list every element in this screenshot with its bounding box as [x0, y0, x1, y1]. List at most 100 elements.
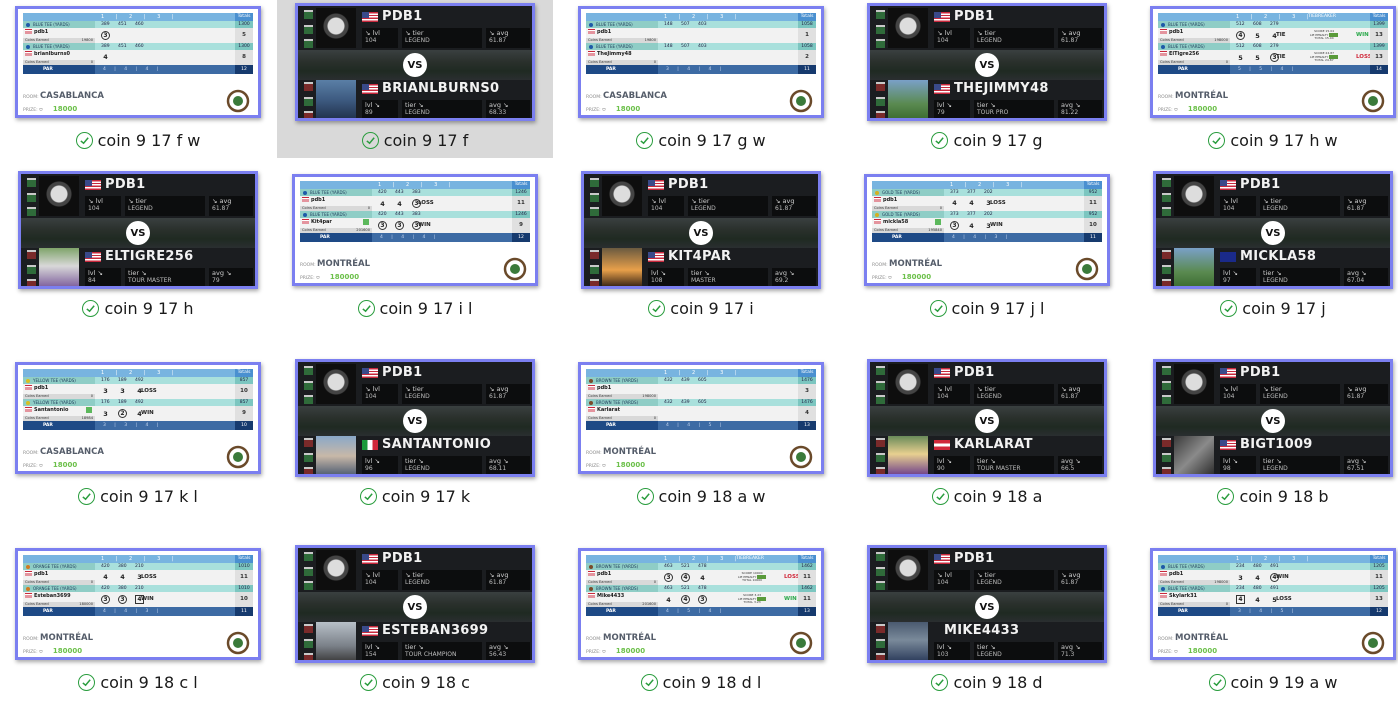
- prize: PRIZE: ⬭ 180000: [586, 461, 646, 469]
- file-caption[interactable]: coin 9 17 j l: [849, 299, 1125, 318]
- file-name: coin 9 17 k: [381, 487, 471, 506]
- thumbnail[interactable]: 1 | 2 | 3 | TIEBREAKER Totals BLUE TEE (…: [1135, 0, 1398, 124]
- player-top: PDB1 ↘ lvl 104 ↘ tier LEGEND ↘ avg 61.87: [874, 550, 1102, 592]
- thumbnail[interactable]: PDB1 ↘ lvl 104 ↘ tier LEGEND ↘ avg 61.87 VS…: [1135, 356, 1398, 480]
- file-caption[interactable]: coin 9 17 g w: [563, 131, 839, 150]
- tee-total-yards: 857: [235, 377, 253, 384]
- thumbnail[interactable]: 1 | 2 | 3 | TIEBREAKER Totals BROWN TEE …: [563, 542, 839, 666]
- tee-dot-icon: [1161, 564, 1165, 569]
- thumbnail[interactable]: PDB1 ↘ lvl 104 ↘ tier LEGEND ↘ avg 61.87 VS…: [0, 168, 276, 292]
- rank-badge-icon: [590, 264, 599, 274]
- file-name: coin 9 17 f w: [97, 131, 201, 150]
- tee-name: GOLD TEE (YARDS): [882, 212, 920, 217]
- tee-name: YELLOW TEE (YARDS): [33, 400, 76, 405]
- thumbnail[interactable]: PDB1 ↘ lvl 104 ↘ tier LEGEND ↘ avg 61.87 VS…: [1135, 168, 1398, 292]
- thumbnail[interactable]: PDB1 ↘ lvl 104 ↘ tier LEGEND ↘ avg 61.87 VS…: [849, 542, 1125, 666]
- file-tile[interactable]: 1 | 2 | 3 | TIEBREAKER Totals BLUE TEE (…: [1135, 0, 1398, 158]
- file-tile[interactable]: 1 | 2 | 3 | Totals BLUE TEE (YARDS) 148 …: [563, 0, 839, 158]
- thumbnail[interactable]: PDB1 ↘ lvl 104 ↘ tier LEGEND ↘ avg 61.87 VS…: [563, 168, 839, 292]
- file-tile[interactable]: PDB1 ↘ lvl 104 ↘ tier LEGEND ↘ avg 61.87 VS…: [849, 356, 1125, 514]
- file-caption[interactable]: coin 9 17 i: [563, 299, 839, 318]
- holes-header: 1 | 2 | 3 | Totals: [1158, 555, 1388, 563]
- thumbnail[interactable]: PDB1 ↘ lvl 104 ↘ tier LEGEND ↘ avg 61.87 VS…: [277, 356, 553, 480]
- tee-name: BLUE TEE (YARDS): [596, 22, 633, 27]
- room-name: MONTRÉAL: [1175, 633, 1228, 643]
- rank-badges: [590, 178, 600, 216]
- flag-icon: [25, 407, 32, 412]
- file-tile[interactable]: PDB1 ↘ lvl 104 ↘ tier LEGEND ↘ avg 61.87 VS…: [277, 542, 553, 700]
- player-name-text: pdb1: [34, 29, 49, 35]
- stat-value: 97: [1223, 277, 1231, 284]
- totals-header: Totals: [512, 181, 530, 189]
- thumbnail[interactable]: 1 | 2 | 3 | Totals BLUE TEE (YARDS) 148 …: [563, 0, 839, 124]
- file-tile[interactable]: PDB1 ↘ lvl 104 ↘ tier LEGEND ↘ avg 61.87 VS…: [849, 542, 1125, 700]
- thumbnail[interactable]: 1 | 2 | 3 | Totals ORANGE TEE (YARDS) 42…: [0, 542, 276, 666]
- stat-value: 68.11: [489, 465, 507, 472]
- tee-label: BLUE TEE (YARDS): [1158, 585, 1230, 592]
- file-caption[interactable]: coin 9 17 h w: [1135, 131, 1398, 150]
- stat-level: lvl ↘ 97: [1220, 268, 1256, 286]
- file-caption[interactable]: coin 9 18 a w: [563, 487, 839, 506]
- thumbnail[interactable]: 1 | 2 | 3 | Totals BLUE TEE (YARDS) 389 …: [0, 0, 276, 124]
- player-avatar: [316, 8, 356, 48]
- file-tile[interactable]: PDB1 ↘ lvl 104 ↘ tier LEGEND ↘ avg 61.87 VS…: [277, 0, 553, 158]
- thumbnail[interactable]: 1 | 2 | 3 | Totals BLUE TEE (YARDS) 420 …: [277, 168, 553, 292]
- stat-value: 61.87: [775, 205, 793, 212]
- file-tile[interactable]: 1 | 2 | 3 | Totals YELLOW TEE (YARDS) 17…: [0, 356, 276, 514]
- tee-dot-icon: [589, 564, 593, 569]
- rank-badge-icon: [27, 192, 36, 202]
- file-caption[interactable]: coin 9 17 f: [277, 131, 553, 150]
- flag-icon: [1220, 368, 1236, 378]
- rank-badges: [304, 10, 314, 48]
- match-result: TIE: [1276, 54, 1286, 60]
- par-total: 14: [1370, 65, 1388, 74]
- file-tile[interactable]: PDB1 ↘ lvl 104 ↘ tier LEGEND ↘ avg 61.87 VS…: [277, 356, 553, 514]
- thumbnail[interactable]: 1 | 2 | 3 | Totals BLUE TEE (YARDS) 234 …: [1135, 542, 1398, 666]
- file-tile[interactable]: PDB1 ↘ lvl 104 ↘ tier LEGEND ↘ avg 61.87 VS…: [563, 168, 839, 326]
- vs-badge: VS: [403, 53, 427, 77]
- file-tile[interactable]: 1 | 2 | 3 | Totals ORANGE TEE (YARDS) 42…: [0, 542, 276, 700]
- stat-value: 104: [365, 393, 377, 400]
- file-caption[interactable]: coin 9 17 f w: [0, 131, 276, 150]
- file-caption[interactable]: coin 9 18 c: [277, 673, 553, 692]
- file-tile[interactable]: PDB1 ↘ lvl 104 ↘ tier LEGEND ↘ avg 61.87 VS…: [0, 168, 276, 326]
- file-caption[interactable]: coin 9 17 i l: [277, 299, 553, 318]
- file-caption[interactable]: coin 9 17 k l: [0, 487, 276, 506]
- file-tile[interactable]: 1 | 2 | 3 | Totals GOLD TEE (YARDS) 373 …: [849, 168, 1125, 326]
- file-caption[interactable]: coin 9 17 h: [0, 299, 276, 318]
- file-caption[interactable]: coin 9 18 a: [849, 487, 1125, 506]
- rank-badge-icon: [1162, 178, 1171, 187]
- stat-value: 104: [937, 393, 949, 400]
- thumbnail[interactable]: 1 | 2 | 3 | Totals GOLD TEE (YARDS) 373 …: [849, 168, 1125, 292]
- file-tile[interactable]: 1 | 2 | 3 | Totals BLUE TEE (YARDS) 389 …: [0, 0, 276, 158]
- flag-icon: [1160, 593, 1167, 598]
- file-tile[interactable]: 1 | 2 | 3 | TIEBREAKER Totals BROWN TEE …: [563, 542, 839, 700]
- rank-badges: [876, 10, 886, 48]
- vs-badge: VS: [1261, 409, 1285, 433]
- file-tile[interactable]: 1 | 2 | 3 | Totals BLUE TEE (YARDS) 234 …: [1135, 542, 1398, 700]
- file-caption[interactable]: coin 9 18 d l: [563, 673, 839, 692]
- file-caption[interactable]: coin 9 18 b: [1135, 487, 1398, 506]
- thumbnail[interactable]: PDB1 ↘ lvl 104 ↘ tier LEGEND ↘ avg 61.87 VS…: [849, 356, 1125, 480]
- file-tile[interactable]: PDB1 ↘ lvl 104 ↘ tier LEGEND ↘ avg 61.87 VS…: [1135, 356, 1398, 514]
- tee-row: BLUE TEE (YARDS) 234 480 491 1205: [1158, 585, 1388, 592]
- prize: PRIZE: ⬭ 180000: [300, 273, 360, 281]
- thumbnail[interactable]: PDB1 ↘ lvl 104 ↘ tier LEGEND ↘ avg 61.87 VS…: [277, 542, 553, 666]
- file-tile[interactable]: PDB1 ↘ lvl 104 ↘ tier LEGEND ↘ avg 61.87 VS…: [1135, 168, 1398, 326]
- file-caption[interactable]: coin 9 17 g: [849, 131, 1125, 150]
- par-total: 11: [1084, 233, 1102, 242]
- file-caption[interactable]: coin 9 17 j: [1135, 299, 1398, 318]
- thumbnail[interactable]: PDB1 ↘ lvl 104 ↘ tier LEGEND ↘ avg 61.87 VS…: [849, 0, 1125, 124]
- file-caption[interactable]: coin 9 17 k: [277, 487, 553, 506]
- stat-value: 98: [1223, 465, 1231, 472]
- thumbnail[interactable]: 1 | 2 | 3 | Totals YELLOW TEE (YARDS) 17…: [0, 356, 276, 480]
- thumbnail[interactable]: 1 | 2 | 3 | Totals BROWN TEE (YARDS) 432…: [563, 356, 839, 480]
- player-avatar: [316, 436, 356, 474]
- thumbnail[interactable]: PDB1 ↘ lvl 104 ↘ tier LEGEND ↘ avg 61.87 VS…: [277, 0, 553, 124]
- file-caption[interactable]: coin 9 18 d: [849, 673, 1125, 692]
- file-caption[interactable]: coin 9 19 a w: [1135, 673, 1398, 692]
- file-tile[interactable]: 1 | 2 | 3 | Totals BROWN TEE (YARDS) 432…: [563, 356, 839, 514]
- file-tile[interactable]: 1 | 2 | 3 | Totals BLUE TEE (YARDS) 420 …: [277, 168, 553, 326]
- file-tile[interactable]: PDB1 ↘ lvl 104 ↘ tier LEGEND ↘ avg 61.87 VS…: [849, 0, 1125, 158]
- file-caption[interactable]: coin 9 18 c l: [0, 673, 276, 692]
